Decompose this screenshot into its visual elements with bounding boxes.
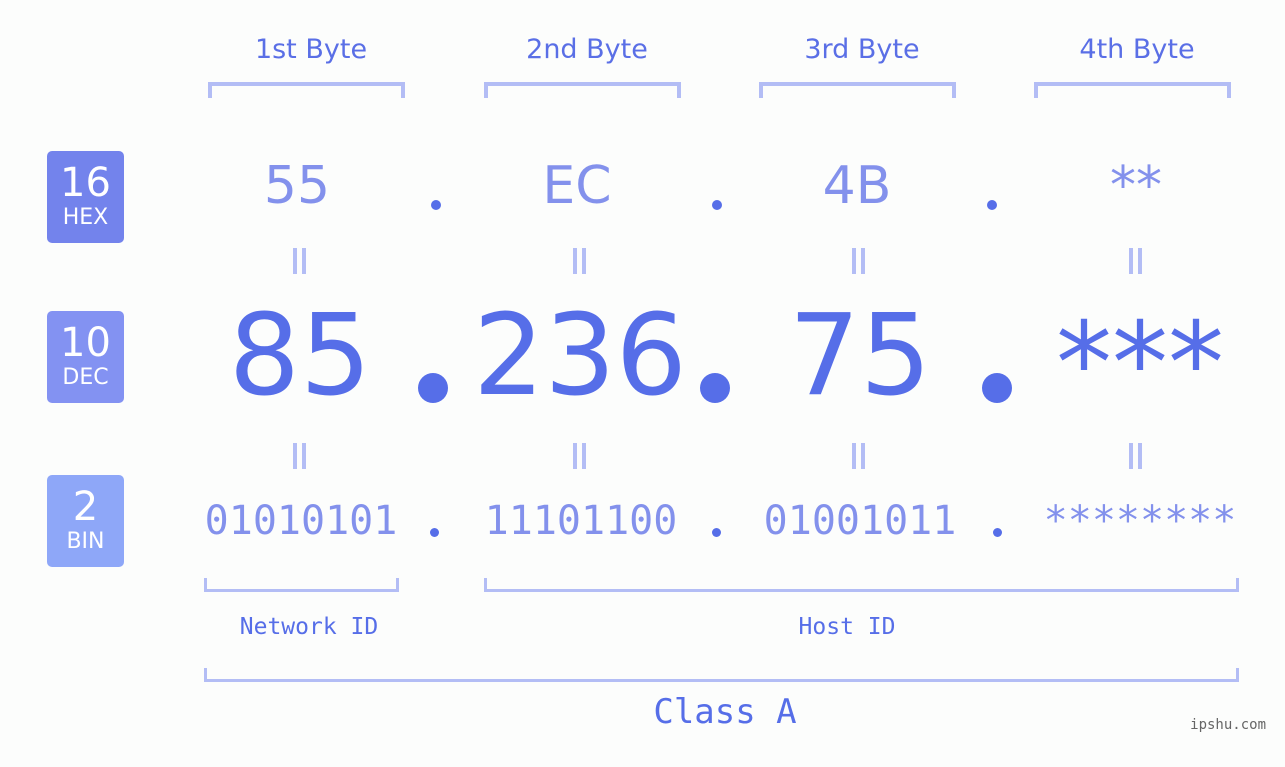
hex-base-label: HEX	[62, 205, 109, 230]
bin-separator-3	[993, 528, 1002, 537]
byte-bracket-4	[1034, 82, 1231, 98]
bin-base-label: BIN	[66, 529, 105, 554]
bin-value-1: 01010101	[204, 498, 398, 544]
byte-bracket-1	[208, 82, 405, 98]
equals-icon	[291, 248, 307, 274]
class-bracket	[204, 668, 1239, 682]
dec-value-3: 75	[788, 291, 932, 421]
dec-base-number: 10	[60, 320, 111, 366]
dec-badge: 10 DEC	[47, 311, 124, 403]
hex-value-4: **	[1110, 156, 1162, 216]
hex-separator-2	[712, 200, 722, 210]
bin-value-3: 01001011	[763, 498, 957, 544]
hex-value-3: 4B	[822, 156, 892, 216]
hex-separator-3	[987, 200, 997, 210]
dec-value-2: 236	[473, 291, 687, 421]
host-id-label: Host ID	[798, 614, 896, 640]
equals-icon	[291, 443, 307, 469]
bin-separator-1	[430, 528, 439, 537]
dec-value-4: ***	[1056, 299, 1224, 429]
bin-value-2: 11101100	[484, 498, 678, 544]
hex-base-number: 16	[60, 160, 111, 206]
network-id-bracket	[204, 578, 399, 592]
dec-base-label: DEC	[62, 365, 109, 390]
equals-icon	[1127, 443, 1143, 469]
bin-value-4: ********	[1043, 498, 1237, 544]
dec-separator-3	[982, 373, 1012, 403]
byte-label-4: 4th Byte	[1079, 34, 1195, 65]
hex-separator-1	[431, 200, 441, 210]
watermark: ipshu.com	[1190, 717, 1266, 733]
byte-bracket-2	[484, 82, 681, 98]
byte-label-2: 2nd Byte	[526, 34, 648, 65]
equals-icon	[850, 248, 866, 274]
byte-bracket-3	[759, 82, 956, 98]
byte-label-1: 1st Byte	[254, 34, 368, 65]
hex-value-2: EC	[542, 156, 612, 216]
class-label: Class A	[653, 692, 797, 732]
network-id-label: Network ID	[239, 614, 379, 640]
byte-label-3: 3rd Byte	[804, 34, 920, 65]
dec-separator-1	[418, 373, 448, 403]
dec-value-1: 85	[228, 291, 372, 421]
equals-icon	[571, 248, 587, 274]
hex-value-1: 55	[263, 156, 331, 216]
hex-badge: 16 HEX	[47, 151, 124, 243]
bin-badge: 2 BIN	[47, 475, 124, 567]
bin-separator-2	[712, 528, 721, 537]
host-id-bracket	[484, 578, 1239, 592]
equals-icon	[571, 443, 587, 469]
equals-icon	[1127, 248, 1143, 274]
dec-separator-2	[700, 373, 730, 403]
equals-icon	[850, 443, 866, 469]
bin-base-number: 2	[72, 484, 99, 530]
